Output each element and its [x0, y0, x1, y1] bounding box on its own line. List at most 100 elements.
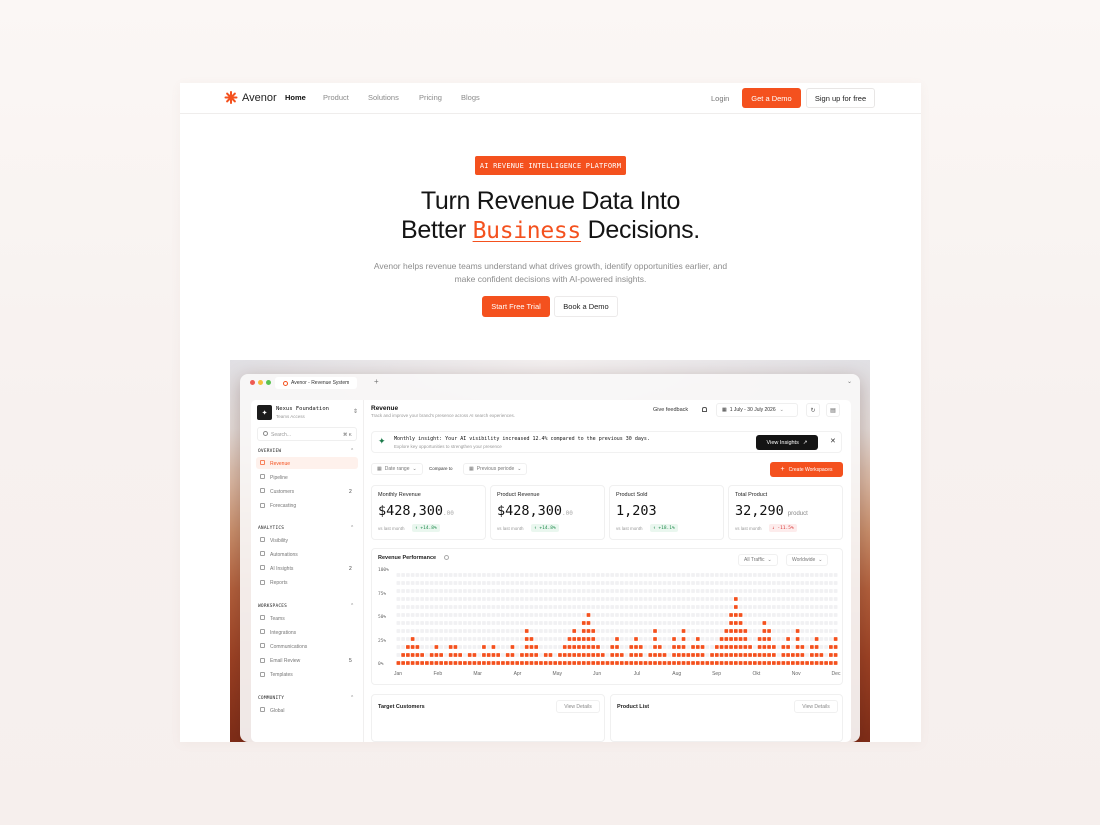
nav-link-solutions[interactable]: Solutions	[368, 93, 419, 102]
revenue-cell-filled	[748, 661, 752, 665]
bell-icon[interactable]	[702, 407, 707, 412]
browser-tab[interactable]: Avenor - Revenue System	[275, 377, 358, 389]
revenue-cell-filled	[534, 645, 539, 649]
sidebar-item-ai-insights[interactable]: AI Insights 2	[256, 562, 358, 574]
sidebar-item-global[interactable]: Global	[256, 704, 358, 716]
sidebar-item-revenue[interactable]: Revenue	[256, 457, 358, 469]
create-workspaces-button[interactable]: + Create Workspaces	[770, 462, 843, 477]
org-switcher[interactable]: ✦ Nexus Foundation Teams Access ⇕	[257, 405, 361, 422]
sidebar-item-teams[interactable]: Teams	[256, 612, 358, 624]
sidebar-item-forecasting[interactable]: Forecasting	[256, 500, 358, 512]
revenue-cell-empty	[610, 629, 615, 633]
sidebar-item-pipeline[interactable]: Pipeline	[256, 471, 358, 483]
nav-link-blogs[interactable]: Blogs	[461, 93, 491, 102]
revenue-cell-empty	[439, 621, 444, 625]
signup-button[interactable]: Sign up for free	[806, 88, 875, 108]
traffic-filter[interactable]: All Traffic ⌄	[738, 554, 778, 566]
nav-link-home[interactable]: Home	[285, 93, 323, 102]
sidebar-item-templates[interactable]: Templates	[256, 669, 358, 681]
give-feedback-link[interactable]: Give feedback	[653, 407, 688, 413]
revenue-cell-empty	[624, 581, 629, 585]
sidebar-item-label: Email Review	[270, 658, 301, 665]
revenue-cell-empty	[515, 597, 520, 601]
revenue-cell-empty	[714, 573, 719, 577]
sidebar-search[interactable]: Search... ⌘ K	[257, 427, 357, 441]
login-link[interactable]: Login	[711, 94, 729, 103]
revenue-cell-empty	[401, 581, 405, 585]
revenue-cell-empty	[805, 589, 809, 593]
x-tick-label: Jul	[633, 671, 641, 677]
maximize-dot-icon[interactable]	[266, 380, 271, 385]
nav-link-product[interactable]: Product	[323, 93, 368, 102]
region-filter[interactable]: Worldwide ⌄	[786, 554, 829, 566]
revenue-cell-empty	[524, 597, 529, 601]
minimize-dot-icon[interactable]	[258, 380, 263, 385]
nav-link-pricing[interactable]: Pricing	[419, 93, 461, 102]
chat-button[interactable]: ▤	[826, 403, 840, 417]
revenue-cell-empty	[425, 637, 429, 641]
sidebar-item-reports[interactable]: Reports	[256, 577, 358, 589]
info-icon[interactable]	[444, 555, 449, 560]
book-demo-button[interactable]: Book a Demo	[554, 296, 618, 317]
refresh-button[interactable]: ↻	[806, 403, 820, 417]
sidebar-item-visibility[interactable]: Visibility	[256, 534, 358, 546]
revenue-cell-empty	[629, 573, 634, 577]
compare-filter[interactable]: ▦ Previous periode ⌄	[463, 463, 528, 475]
revenue-cell-empty	[767, 621, 771, 625]
revenue-cell-empty	[610, 613, 615, 617]
sidebar-item-automations[interactable]: Automations	[256, 548, 358, 560]
sidebar-item-customers[interactable]: Customers 2	[256, 485, 358, 497]
date-range-filter[interactable]: ▦ Date range ⌄	[371, 463, 423, 475]
sidebar-item-communications[interactable]: Communications	[256, 640, 358, 652]
revenue-cell-empty	[700, 613, 705, 617]
revenue-cell-empty	[472, 629, 477, 633]
revenue-cell-empty	[524, 581, 529, 585]
chevron-up-icon[interactable]: ⌃	[350, 695, 354, 701]
revenue-cell-filled	[819, 661, 824, 665]
sidebar-item-email-review[interactable]: Email Review 5	[256, 655, 358, 667]
revenue-cell-empty	[558, 621, 562, 625]
revenue-cell-empty	[553, 629, 558, 633]
new-tab-icon[interactable]: +	[374, 377, 379, 386]
get-demo-button[interactable]: Get a Demo	[742, 88, 801, 108]
close-dot-icon[interactable]	[250, 380, 255, 385]
revenue-cell-filled	[581, 629, 586, 633]
brand-logo[interactable]: Avenor	[224, 91, 277, 104]
revenue-cell-filled	[524, 629, 529, 633]
sidebar-item-integrations[interactable]: Integrations	[256, 626, 358, 638]
revenue-cell-empty	[453, 589, 458, 593]
revenue-cell-empty	[586, 589, 591, 593]
revenue-cell-empty	[444, 605, 448, 609]
view-insights-button[interactable]: View Insights ↗	[756, 435, 818, 450]
revenue-cell-empty	[615, 605, 619, 609]
chevron-up-icon[interactable]: ⌃	[350, 448, 354, 454]
revenue-cell-filled	[543, 653, 548, 657]
revenue-cell-empty	[529, 581, 534, 585]
view-details-button[interactable]: View Details	[794, 700, 838, 713]
date-range-picker[interactable]: ▦ 1 July - 30 July 2026 ⌄	[716, 403, 798, 417]
tab-menu-chevron-icon[interactable]: ⌄	[847, 378, 852, 385]
revenue-cell-filled	[814, 661, 819, 665]
revenue-cell-filled	[738, 653, 743, 657]
revenue-cell-empty	[791, 629, 795, 633]
chevron-up-icon[interactable]: ⌃	[350, 525, 354, 531]
revenue-cell-empty	[667, 653, 672, 657]
revenue-cell-empty	[553, 621, 558, 625]
revenue-cell-empty	[496, 589, 501, 593]
revenue-cell-empty	[638, 605, 643, 609]
close-icon[interactable]: ✕	[830, 437, 836, 445]
revenue-cell-empty	[510, 637, 515, 641]
view-details-button[interactable]: View Details	[556, 700, 600, 713]
revenue-cell-empty	[762, 581, 767, 585]
revenue-cell-empty	[444, 581, 448, 585]
revenue-cell-empty	[581, 605, 586, 609]
start-trial-button[interactable]: Start Free Trial	[482, 296, 550, 317]
revenue-cell-empty	[676, 581, 681, 585]
revenue-cell-filled	[657, 645, 662, 649]
revenue-cell-empty	[505, 597, 510, 601]
chevron-up-icon[interactable]: ⌃	[350, 603, 354, 609]
revenue-cell-empty	[653, 621, 657, 625]
revenue-cell-empty	[805, 597, 809, 601]
revenue-cell-empty	[406, 629, 410, 633]
date-range-value: 1 July - 30 July 2026	[729, 407, 776, 413]
